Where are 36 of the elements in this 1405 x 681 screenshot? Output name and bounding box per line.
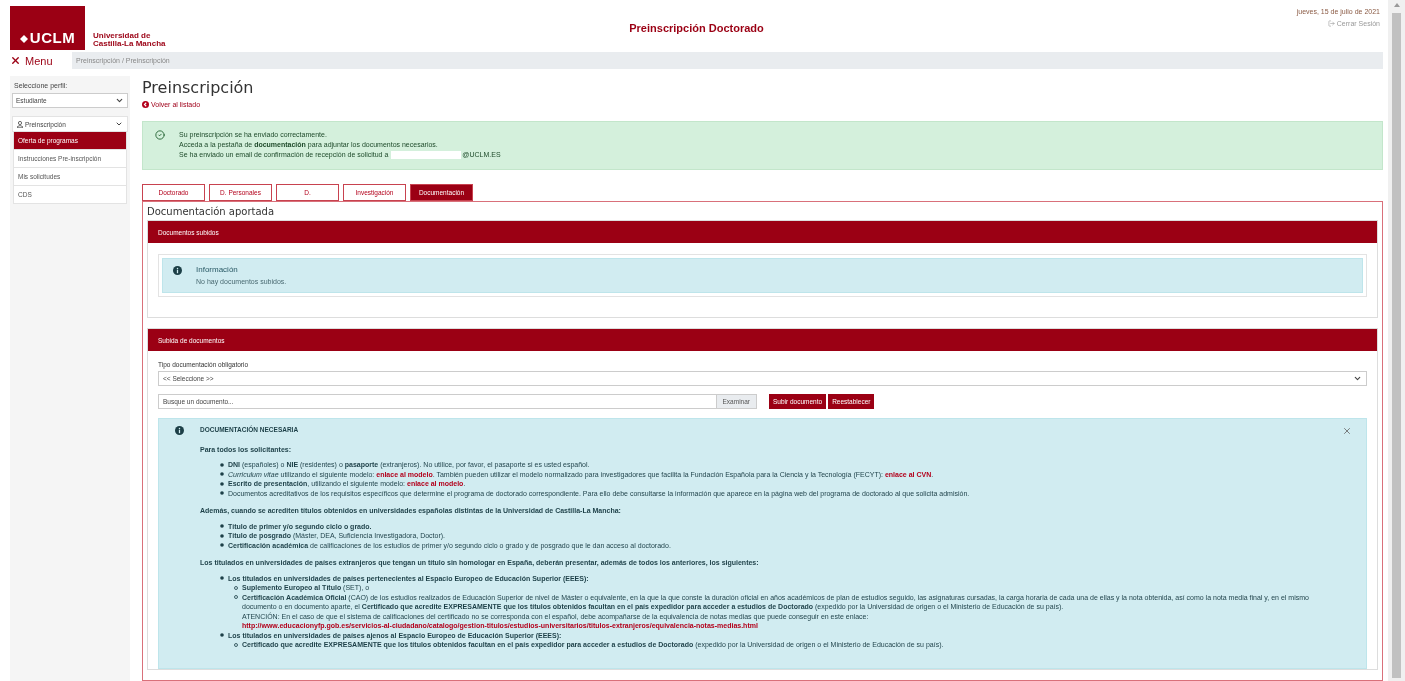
bullet-icon (220, 462, 224, 467)
chevron-down-icon (115, 120, 123, 128)
redaction-box (391, 150, 462, 159)
close-icon (10, 55, 21, 66)
bullet-icon (220, 576, 224, 580)
bullet-icon (220, 472, 224, 476)
back-icon (142, 101, 149, 108)
bullet-icon (220, 524, 224, 528)
chevron-down-icon (115, 96, 124, 105)
menu-button[interactable]: Menu (10, 54, 64, 67)
bullet-icon (220, 533, 224, 538)
logout-icon (1327, 20, 1335, 27)
bullet-icon (220, 633, 224, 637)
site-title: Preinscripción Doctorado (629, 22, 764, 34)
bullet-icon (234, 585, 238, 590)
bullet-icon (220, 491, 224, 495)
bullet-icon (220, 481, 224, 486)
chevron-down-icon (1353, 374, 1362, 383)
info-title: Información (196, 265, 239, 274)
university-name: Universidad de (93, 32, 152, 40)
person-icon (17, 120, 23, 128)
university-name: Castilla-La Mancha (93, 40, 166, 48)
logo-text: UCLM (29, 29, 76, 46)
diamond-icon (19, 35, 28, 43)
check-icon (155, 130, 165, 140)
bullet-icon (234, 595, 238, 599)
bullet-icon (220, 543, 224, 547)
scroll-up-icon[interactable] (1393, 3, 1400, 7)
info-icon (175, 426, 184, 435)
close-icon (1342, 426, 1352, 436)
close-button[interactable] (1342, 426, 1352, 436)
page-title: Preinscripción (142, 78, 255, 97)
scrollbar[interactable] (1388, 0, 1405, 681)
bullet-icon (234, 642, 238, 647)
section-title: Documentación aportada (147, 206, 276, 217)
info-icon (173, 266, 182, 275)
